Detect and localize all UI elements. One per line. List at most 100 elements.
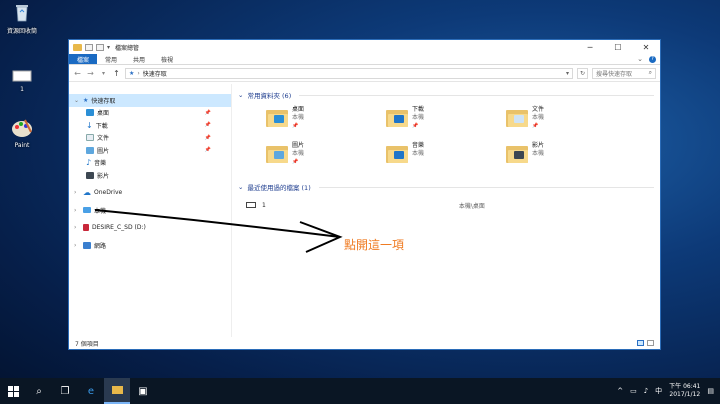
- nav-network-label: 網路: [94, 242, 107, 250]
- navigation-pane: ⌄ ★ 快速存取 桌面 📌 ↓ 下載 📌 文件 📌 圖片 📌 ♪ 音樂 影片 ›…: [69, 84, 232, 337]
- pin-icon: 📌: [204, 147, 211, 154]
- recycle-bin-desktop-icon[interactable]: 資源回收筒: [0, 4, 44, 35]
- close-button[interactable]: ✕: [632, 40, 660, 54]
- tab-home[interactable]: 常用: [97, 54, 125, 64]
- ime-indicator[interactable]: 中: [655, 386, 662, 396]
- nav-onedrive-label: OneDrive: [94, 189, 123, 197]
- breadcrumb-separator-icon: ›: [137, 69, 140, 77]
- nav-item-documents[interactable]: 文件 📌: [69, 132, 231, 145]
- star-icon: ★: [83, 96, 89, 104]
- tab-share[interactable]: 共用: [125, 54, 153, 64]
- task-view-icon[interactable]: ❐: [52, 378, 78, 404]
- explorer-folder-icon: [73, 43, 82, 51]
- tray-overflow-icon[interactable]: ^: [617, 387, 623, 395]
- paint-label: Paint: [14, 142, 30, 149]
- search-input[interactable]: 搜尋快速存取 ⌕: [592, 67, 656, 79]
- file-1-label: 1: [20, 86, 24, 93]
- collapse-chevron-icon[interactable]: ⌄: [238, 183, 243, 191]
- clock[interactable]: 下午 06:41 2017/1/12: [669, 383, 700, 399]
- edge-browser-icon[interactable]: e: [78, 378, 104, 404]
- folder-name: 下載: [412, 106, 425, 113]
- folder-music[interactable]: 音樂 本機: [386, 142, 506, 178]
- tab-file[interactable]: 檔案: [69, 54, 98, 64]
- folder-location: 本機: [292, 114, 305, 121]
- folder-documents[interactable]: 文件 本機 📌: [506, 106, 626, 142]
- music-note-icon: ♪: [86, 158, 92, 168]
- recent-file-path: 本機\桌面: [458, 202, 485, 210]
- folder-videos[interactable]: 影片 本機: [506, 142, 626, 178]
- address-bar-row: ← → ▾ ↑ ★ › 快速存取 ▾ ↻ 搜尋快速存取 ⌕: [69, 65, 660, 82]
- collapsed-chevron-icon[interactable]: ›: [74, 189, 80, 196]
- address-box[interactable]: ★ › 快速存取 ▾: [125, 67, 573, 79]
- tab-view[interactable]: 檢視: [153, 54, 181, 64]
- collapsed-chevron-icon[interactable]: ›: [74, 207, 80, 214]
- collapse-chevron-icon[interactable]: ⌄: [238, 91, 243, 99]
- collapsed-chevron-icon[interactable]: ›: [74, 242, 80, 249]
- nav-network[interactable]: › 網路: [69, 239, 231, 252]
- nav-item-desktop[interactable]: 桌面 📌: [69, 107, 231, 120]
- folder-icon: [266, 144, 288, 164]
- network-tray-icon[interactable]: ▭: [630, 387, 637, 395]
- folder-pictures[interactable]: 圖片 本機 📌: [266, 142, 386, 178]
- ribbon-tabs: 檔案 常用 共用 檢視 ⌄ ?: [69, 54, 660, 65]
- computer-icon: [83, 207, 91, 214]
- folder-name: 桌面: [292, 106, 305, 113]
- new-folder-icon[interactable]: [96, 43, 104, 51]
- file-1-desktop-icon[interactable]: 1: [0, 70, 44, 93]
- recent-file-row[interactable]: 1 本機\桌面: [246, 200, 654, 210]
- folder-location: 本機: [412, 150, 425, 157]
- nav-this-pc[interactable]: › 本機: [69, 204, 231, 217]
- help-icon[interactable]: ?: [649, 55, 656, 63]
- expanded-chevron-icon[interactable]: ⌄: [74, 97, 80, 104]
- up-arrow-icon[interactable]: ↑: [112, 69, 121, 78]
- nav-item-pictures[interactable]: 圖片 📌: [69, 144, 231, 157]
- pin-icon: 📌: [412, 123, 419, 129]
- nav-quick-access-label: 快速存取: [91, 97, 116, 105]
- large-icons-view-icon[interactable]: [647, 340, 654, 346]
- nav-quick-access[interactable]: ⌄ ★ 快速存取: [69, 94, 231, 107]
- pin-icon: 📌: [204, 109, 211, 116]
- folder-downloads[interactable]: 下載 本機 📌: [386, 106, 506, 142]
- address-dropdown-icon[interactable]: ▾: [566, 70, 569, 77]
- minimize-button[interactable]: ─: [576, 40, 604, 54]
- address-path: 快速存取: [142, 70, 167, 78]
- store-icon[interactable]: ▣: [130, 378, 156, 404]
- nav-item-label: 下載: [95, 122, 108, 130]
- maximize-button[interactable]: ☐: [604, 40, 632, 54]
- nav-onedrive[interactable]: › ☁ OneDrive: [69, 187, 231, 200]
- folder-icon: [506, 108, 528, 128]
- file-explorer-taskbar-icon[interactable]: [104, 378, 130, 404]
- back-arrow-icon[interactable]: ←: [73, 69, 82, 78]
- frequent-folders-header[interactable]: ⌄ 常用資料夾 (6): [238, 90, 654, 100]
- nav-drive-d[interactable]: › DESIRE_C_SD (D:): [69, 222, 231, 235]
- folder-name: 影片: [532, 142, 545, 149]
- start-button[interactable]: [0, 378, 26, 404]
- recent-files-header[interactable]: ⌄ 最近使用過的檔案 (1): [238, 182, 654, 192]
- recent-file-name: 1: [262, 201, 266, 209]
- nav-item-videos[interactable]: 影片: [69, 169, 231, 182]
- nav-item-music[interactable]: ♪ 音樂: [69, 157, 231, 170]
- collapsed-chevron-icon[interactable]: ›: [74, 224, 80, 231]
- status-bar: 7 個項目: [69, 337, 660, 349]
- folder-desktop[interactable]: 桌面 本機 📌: [266, 106, 386, 142]
- document-icon: [86, 134, 94, 142]
- nav-item-label: 影片: [97, 172, 110, 180]
- properties-icon[interactable]: [85, 43, 93, 51]
- ribbon-expand-icon[interactable]: ⌄: [637, 55, 643, 63]
- quick-access-star-icon: ★: [129, 69, 135, 77]
- recent-locations-icon[interactable]: ▾: [99, 70, 108, 77]
- volume-icon[interactable]: ♪: [644, 387, 648, 395]
- pin-icon: 📌: [292, 123, 299, 129]
- refresh-icon[interactable]: ↻: [577, 67, 588, 79]
- folder-icon: [386, 144, 408, 164]
- pin-icon: 📌: [532, 123, 539, 129]
- nav-item-downloads[interactable]: ↓ 下載 📌: [69, 119, 231, 132]
- paint-desktop-icon[interactable]: Paint: [0, 118, 44, 149]
- search-icon[interactable]: ⌕: [26, 378, 52, 404]
- forward-arrow-icon[interactable]: →: [86, 69, 95, 78]
- search-placeholder: 搜尋快速存取: [596, 70, 633, 78]
- qat-dropdown-icon[interactable]: ▾: [107, 44, 110, 51]
- folder-location: 本機: [532, 150, 545, 157]
- details-view-icon[interactable]: [637, 340, 644, 346]
- action-center-icon[interactable]: ▤: [707, 387, 714, 395]
